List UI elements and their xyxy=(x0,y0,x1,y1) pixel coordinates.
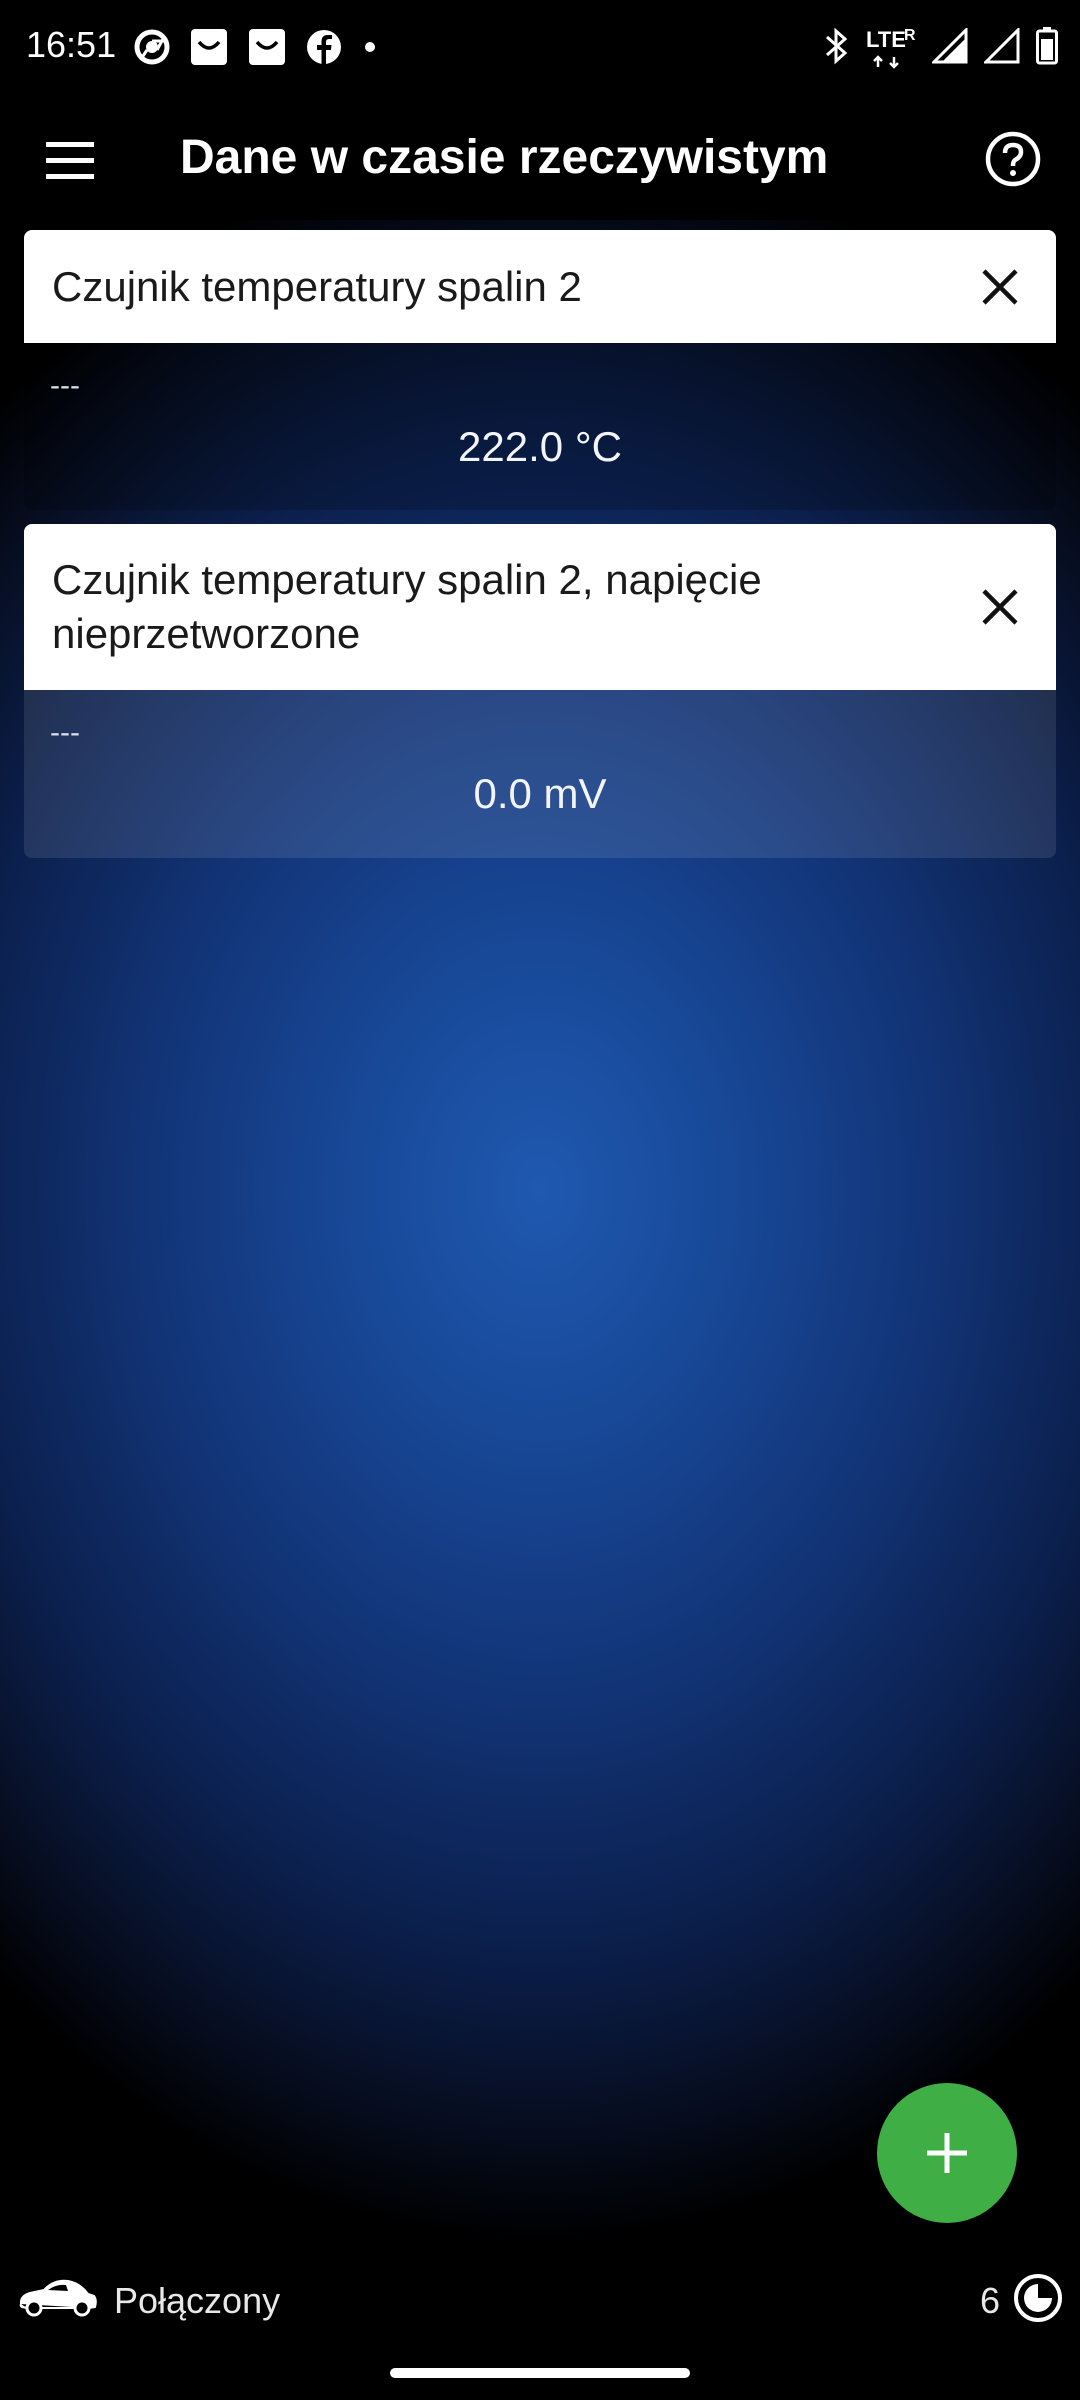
mail-icon xyxy=(248,28,286,71)
plus-icon xyxy=(927,2133,967,2173)
lte-roaming-icon: LTE R xyxy=(866,27,916,71)
home-indicator[interactable] xyxy=(390,2368,690,2378)
card-header: Czujnik temperatury spalin 2, napięcie n… xyxy=(24,524,1056,690)
bottom-status-bar: Połączony 6 xyxy=(0,2248,1080,2400)
add-sensor-button[interactable] xyxy=(877,2083,1017,2223)
card-title: Czujnik temperatury spalin 2 xyxy=(52,263,582,310)
connection-status: Połączony xyxy=(114,2280,281,2321)
signal-icon xyxy=(982,26,1020,69)
signal-icon xyxy=(930,26,968,69)
close-icon xyxy=(982,269,1018,305)
system-icons: LTE R xyxy=(824,26,1058,71)
card-header: Czujnik temperatury spalin 2 xyxy=(24,230,1056,343)
notification-icons xyxy=(134,28,378,71)
card-value: 222.0 °C xyxy=(458,423,622,470)
facebook-icon xyxy=(306,29,342,70)
roaming-label: R xyxy=(904,26,916,44)
card-value: 0.0 mV xyxy=(473,770,607,817)
remove-card-button[interactable] xyxy=(980,587,1020,627)
chrome-icon xyxy=(134,29,170,70)
mail-icon xyxy=(190,28,228,71)
menu-button[interactable] xyxy=(40,138,100,184)
card-title: Czujnik temperatury spalin 2, napięcie n… xyxy=(52,556,762,657)
sensor-card: Czujnik temperatury spalin 2, napięcie n… xyxy=(24,524,1056,858)
status-time: 16:51 xyxy=(26,24,117,65)
count-label: 6 xyxy=(979,2280,1000,2321)
card-subtitle: --- xyxy=(50,716,80,749)
bluetooth-icon xyxy=(824,26,850,71)
card-subtitle: --- xyxy=(50,369,80,402)
status-bar: 16:51 LTE R xyxy=(0,0,1080,100)
help-button[interactable] xyxy=(984,130,1042,188)
app-bar: Dane w czasie rzeczywistym xyxy=(0,100,1080,220)
remove-card-button[interactable] xyxy=(980,267,1020,307)
card-body: --- 0.0 mV xyxy=(24,690,1056,858)
help-icon xyxy=(985,131,1041,187)
dot-icon xyxy=(362,39,378,60)
stop-icon[interactable] xyxy=(1012,2272,1064,2329)
page-title: Dane w czasie rzeczywistym xyxy=(180,131,829,184)
car-icon xyxy=(18,2274,98,2325)
screen: 16:51 LTE R Dane w czasie rzeczywistym C… xyxy=(0,0,1080,2400)
close-icon xyxy=(982,589,1018,625)
card-body: --- 222.0 °C xyxy=(24,343,1056,510)
menu-icon xyxy=(46,142,94,179)
battery-icon xyxy=(1036,27,1058,70)
sensor-card: Czujnik temperatury spalin 2 --- 222.0 °… xyxy=(24,230,1056,510)
lte-label: LTE xyxy=(866,26,906,52)
